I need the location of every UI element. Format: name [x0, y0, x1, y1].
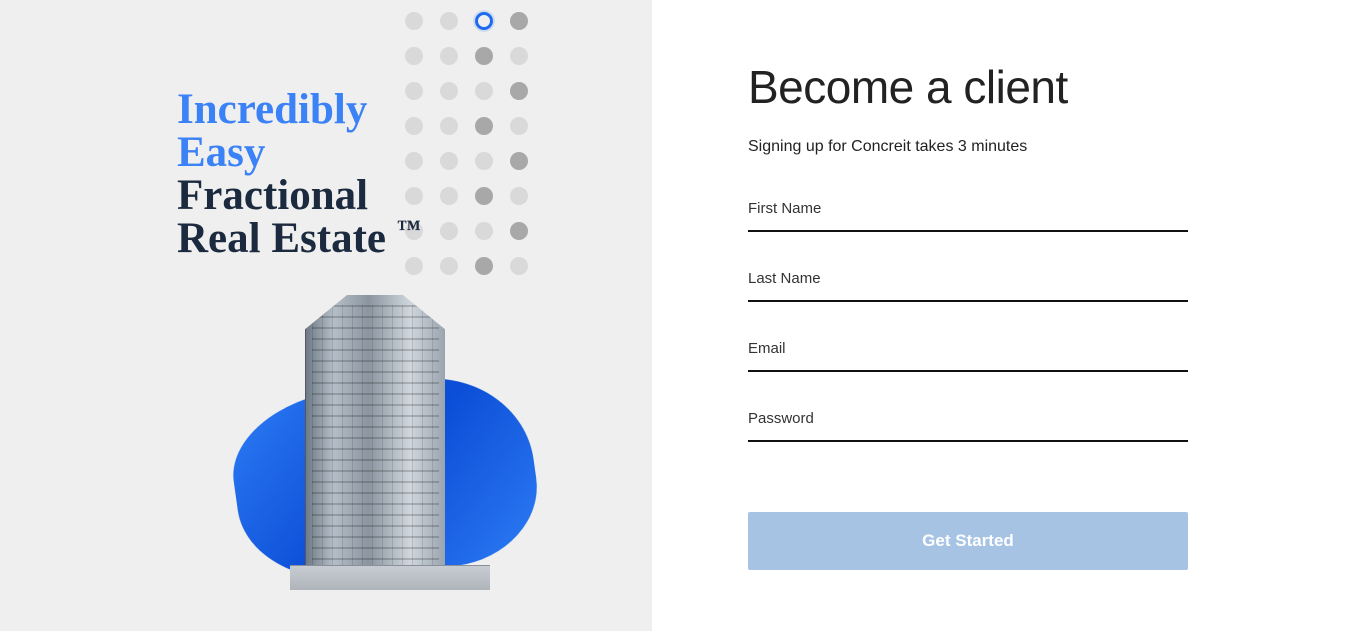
password-input[interactable] — [748, 402, 1188, 442]
headline-line-3: Fractional — [177, 174, 421, 217]
dot-icon — [440, 152, 458, 170]
first-name-input[interactable] — [748, 192, 1188, 232]
dot-icon — [475, 82, 493, 100]
signup-panel: Become a client Signing up for Concreit … — [652, 0, 1358, 631]
building-icon — [305, 295, 445, 580]
dot-icon — [475, 187, 493, 205]
headline-line-4: Real Estate ™ — [177, 217, 421, 260]
ring-dot-icon — [475, 12, 493, 30]
dot-icon — [475, 47, 493, 65]
dot-icon — [440, 187, 458, 205]
dot-icon — [510, 12, 528, 30]
dot-icon — [510, 47, 528, 65]
dot-icon — [475, 117, 493, 135]
building-illustration — [205, 295, 535, 595]
marketing-headline: Incredibly Easy Fractional Real Estate ™ — [177, 88, 421, 260]
first-name-field-wrap: First Name — [748, 192, 1188, 232]
building-base — [290, 565, 490, 590]
headline-line-4-text: Real Estate — [177, 215, 386, 262]
dot-icon — [405, 12, 423, 30]
dot-icon — [475, 222, 493, 240]
dot-icon — [475, 152, 493, 170]
headline-line-1: Incredibly — [177, 88, 421, 131]
get-started-button[interactable]: Get Started — [748, 512, 1188, 570]
dot-icon — [440, 257, 458, 275]
decorative-dot-grid — [405, 12, 528, 275]
form-title: Become a client — [748, 60, 1188, 114]
trademark-symbol: ™ — [397, 217, 421, 243]
form-subtitle: Signing up for Concreit takes 3 minutes — [748, 138, 1188, 156]
dot-icon — [440, 117, 458, 135]
dot-icon — [440, 82, 458, 100]
headline-line-2: Easy — [177, 131, 421, 174]
dot-icon — [510, 82, 528, 100]
email-input[interactable] — [748, 332, 1188, 372]
last-name-field-wrap: Last Name — [748, 262, 1188, 302]
dot-icon — [510, 187, 528, 205]
dot-icon — [510, 117, 528, 135]
last-name-input[interactable] — [748, 262, 1188, 302]
dot-icon — [475, 257, 493, 275]
email-field-wrap: Email — [748, 332, 1188, 372]
dot-icon — [405, 47, 423, 65]
dot-icon — [510, 222, 528, 240]
marketing-panel: Incredibly Easy Fractional Real Estate ™ — [0, 0, 652, 631]
dot-icon — [440, 47, 458, 65]
dot-icon — [510, 152, 528, 170]
dot-icon — [440, 12, 458, 30]
dot-icon — [510, 257, 528, 275]
dot-icon — [440, 222, 458, 240]
password-field-wrap: Password — [748, 402, 1188, 442]
